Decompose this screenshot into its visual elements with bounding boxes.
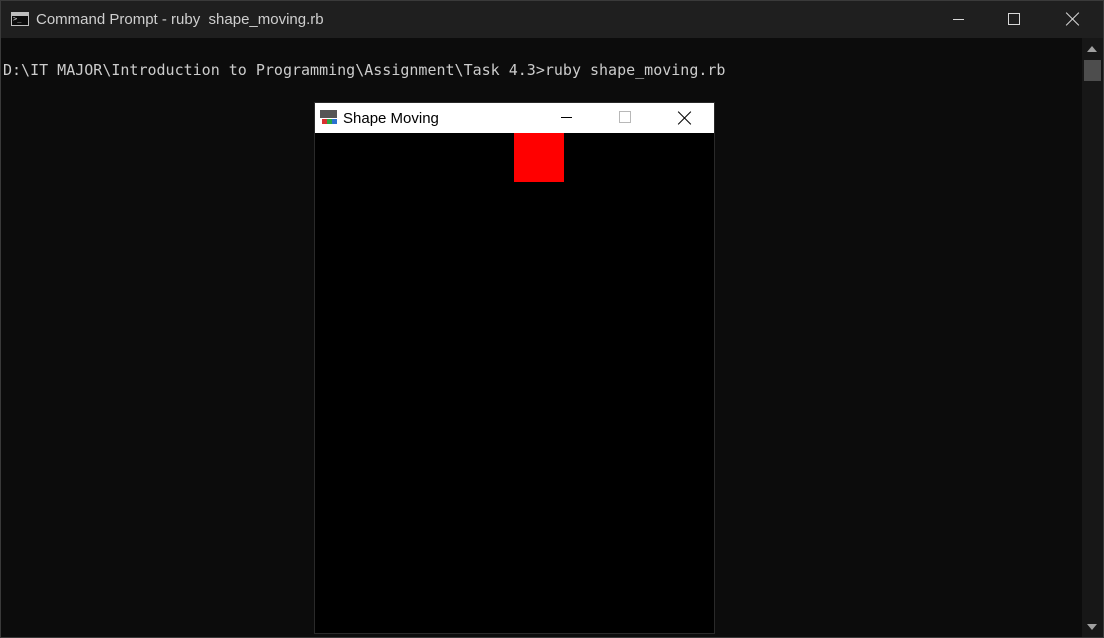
maximize-button[interactable] — [985, 1, 1043, 38]
scroll-thumb[interactable] — [1084, 60, 1101, 81]
scroll-up-arrow-icon[interactable] — [1087, 46, 1097, 52]
game-close-button[interactable] — [659, 103, 709, 133]
scroll-down-arrow-icon[interactable] — [1087, 624, 1097, 630]
game-minimize-button[interactable] — [543, 103, 593, 133]
command-prompt-titlebar[interactable]: Command Prompt - ruby shape_moving.rb — [1, 1, 1103, 38]
game-canvas[interactable] — [315, 133, 714, 633]
close-icon — [677, 110, 693, 126]
ruby-gosu-icon[interactable] — [320, 110, 337, 125]
shape-moving-window: Shape Moving — [314, 102, 715, 634]
icon-part — [332, 119, 337, 124]
moving-red-square — [514, 133, 564, 182]
close-button[interactable] — [1043, 1, 1101, 38]
command-prompt-title: Command Prompt - ruby shape_moving.rb — [36, 11, 324, 28]
console-icon[interactable] — [11, 12, 29, 26]
shape-moving-title: Shape Moving — [343, 110, 439, 127]
vertical-scrollbar[interactable] — [1082, 38, 1103, 637]
minimize-button[interactable] — [929, 1, 987, 38]
game-maximize-button — [601, 103, 651, 133]
close-icon — [1065, 11, 1081, 27]
shape-moving-titlebar[interactable]: Shape Moving — [315, 103, 714, 133]
icon-part — [320, 110, 337, 118]
console-output-line[interactable]: D:\IT MAJOR\Introduction to Programming\… — [3, 60, 725, 80]
